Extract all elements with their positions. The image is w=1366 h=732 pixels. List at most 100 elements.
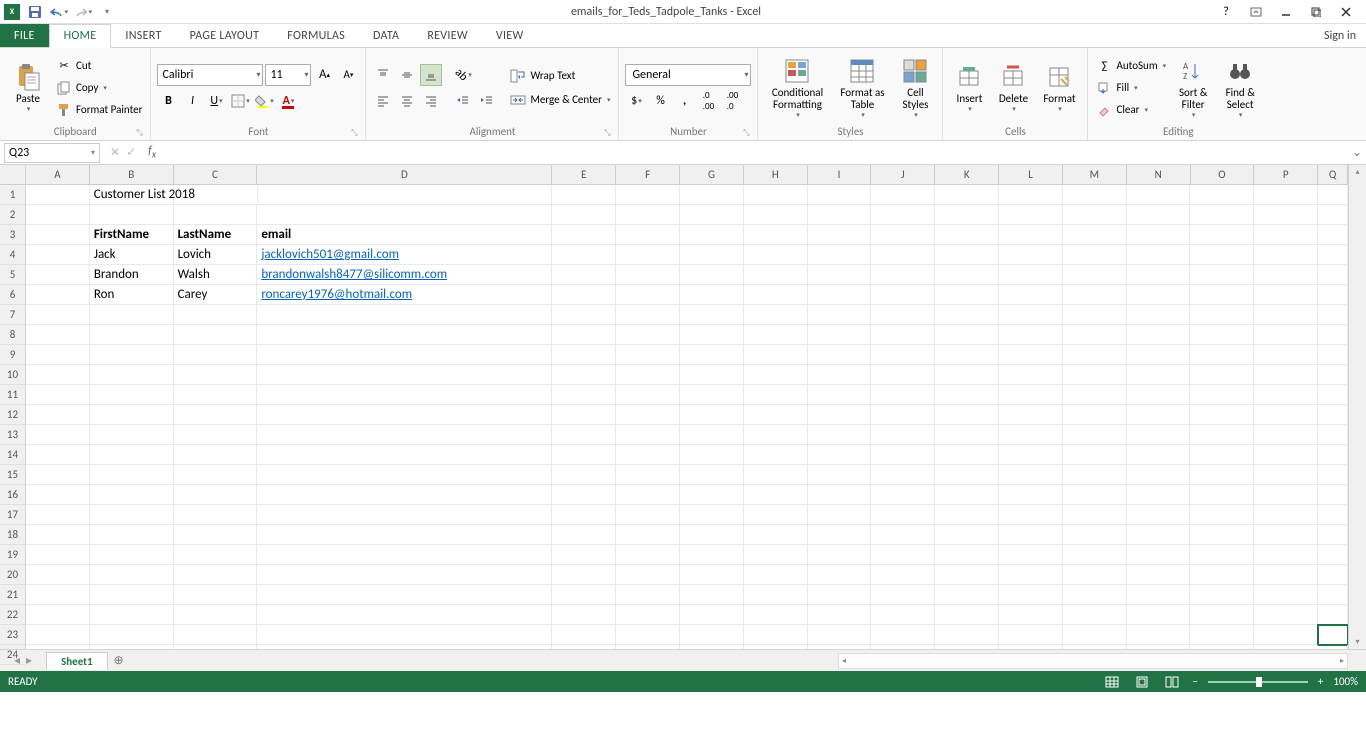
- cell-D1[interactable]: [258, 185, 553, 205]
- cell-H8[interactable]: [744, 325, 808, 345]
- cell-L9[interactable]: [999, 345, 1063, 365]
- cell-N7[interactable]: [1127, 305, 1191, 325]
- decrease-indent-button[interactable]: [452, 90, 474, 112]
- cell-C1[interactable]: [174, 185, 258, 205]
- cut-button[interactable]: ✂Cut: [54, 56, 144, 76]
- cell-L15[interactable]: [999, 465, 1063, 485]
- cell-M8[interactable]: [1063, 325, 1127, 345]
- row-header-6[interactable]: 6: [0, 285, 25, 305]
- row-header-12[interactable]: 12: [0, 405, 25, 425]
- tab-view[interactable]: VIEW: [482, 24, 538, 47]
- cell-A22[interactable]: [26, 605, 90, 625]
- column-header-B[interactable]: B: [90, 165, 174, 184]
- cell-Q17[interactable]: [1318, 505, 1348, 525]
- cell-E11[interactable]: [552, 385, 616, 405]
- cell-F21[interactable]: [616, 585, 680, 605]
- cell-C6[interactable]: Carey: [174, 285, 258, 305]
- cell-B14[interactable]: [90, 445, 174, 465]
- cell-B1[interactable]: Customer List 2018: [90, 185, 174, 205]
- cell-I24[interactable]: [808, 645, 872, 649]
- cell-F12[interactable]: [616, 405, 680, 425]
- cell-Q12[interactable]: [1318, 405, 1348, 425]
- cell-I6[interactable]: [808, 285, 872, 305]
- cell-Q23[interactable]: [1318, 625, 1348, 645]
- cell-K1[interactable]: [935, 185, 999, 205]
- cell-N10[interactable]: [1127, 365, 1191, 385]
- cell-K10[interactable]: [935, 365, 999, 385]
- cell-N20[interactable]: [1127, 565, 1191, 585]
- cell-B16[interactable]: [90, 485, 174, 505]
- cell-A10[interactable]: [26, 365, 90, 385]
- column-header-N[interactable]: N: [1127, 165, 1191, 184]
- cell-A4[interactable]: [26, 245, 90, 265]
- cell-A19[interactable]: [26, 545, 90, 565]
- cell-N15[interactable]: [1127, 465, 1191, 485]
- cell-D5[interactable]: brandonwalsh8477@silicomm.com: [257, 265, 552, 285]
- cell-C21[interactable]: [174, 585, 258, 605]
- cell-N23[interactable]: [1127, 625, 1191, 645]
- cell-N14[interactable]: [1127, 445, 1191, 465]
- cell-P11[interactable]: [1254, 385, 1318, 405]
- cell-I10[interactable]: [808, 365, 872, 385]
- cell-L21[interactable]: [999, 585, 1063, 605]
- cell-F9[interactable]: [616, 345, 680, 365]
- cell-Q10[interactable]: [1318, 365, 1348, 385]
- cell-B7[interactable]: [90, 305, 174, 325]
- cell-I1[interactable]: [808, 185, 872, 205]
- cell-G24[interactable]: [680, 645, 744, 649]
- cell-A15[interactable]: [26, 465, 90, 485]
- cell-O23[interactable]: [1190, 625, 1254, 645]
- cell-B8[interactable]: [90, 325, 174, 345]
- cell-G7[interactable]: [680, 305, 744, 325]
- fx-icon[interactable]: fx: [142, 144, 162, 160]
- cell-C23[interactable]: [174, 625, 258, 645]
- cell-P1[interactable]: [1254, 185, 1318, 205]
- cell-D6[interactable]: roncarey1976@hotmail.com: [257, 285, 552, 305]
- cell-A8[interactable]: [26, 325, 90, 345]
- cell-M14[interactable]: [1063, 445, 1127, 465]
- sheet-tab-sheet1[interactable]: Sheet1: [46, 652, 108, 670]
- orientation-button[interactable]: ab▾: [452, 64, 474, 86]
- cell-E21[interactable]: [552, 585, 616, 605]
- row-header-14[interactable]: 14: [0, 445, 25, 465]
- cell-F1[interactable]: [616, 185, 680, 205]
- column-header-O[interactable]: O: [1191, 165, 1255, 184]
- cell-J4[interactable]: [871, 245, 935, 265]
- email-link[interactable]: brandonwalsh8477@silicomm.com: [261, 267, 447, 282]
- accounting-format-button[interactable]: $▾: [625, 90, 647, 112]
- cell-I20[interactable]: [808, 565, 872, 585]
- cell-A6[interactable]: [26, 285, 90, 305]
- cell-J5[interactable]: [871, 265, 935, 285]
- increase-indent-button[interactable]: [476, 90, 498, 112]
- align-bottom-button[interactable]: [420, 64, 442, 86]
- row-header-7[interactable]: 7: [0, 305, 25, 325]
- cell-A11[interactable]: [26, 385, 90, 405]
- cell-F3[interactable]: [616, 225, 680, 245]
- cell-I15[interactable]: [808, 465, 872, 485]
- paste-button[interactable]: Paste▾: [6, 55, 50, 121]
- cell-M20[interactable]: [1063, 565, 1127, 585]
- cell-L24[interactable]: [999, 645, 1063, 649]
- cell-E22[interactable]: [552, 605, 616, 625]
- tab-page-layout[interactable]: PAGE LAYOUT: [176, 24, 274, 47]
- cell-B4[interactable]: Jack: [90, 245, 174, 265]
- cell-C9[interactable]: [174, 345, 258, 365]
- insert-cells-button[interactable]: Insert▾: [949, 55, 989, 121]
- row-header-4[interactable]: 4: [0, 245, 25, 265]
- cell-G9[interactable]: [680, 345, 744, 365]
- cell-F7[interactable]: [616, 305, 680, 325]
- cell-B13[interactable]: [90, 425, 174, 445]
- cell-L20[interactable]: [999, 565, 1063, 585]
- cell-B9[interactable]: [90, 345, 174, 365]
- cell-M15[interactable]: [1063, 465, 1127, 485]
- zoom-in-button[interactable]: +: [1318, 675, 1323, 688]
- cell-C18[interactable]: [174, 525, 258, 545]
- cell-O20[interactable]: [1190, 565, 1254, 585]
- font-size-select[interactable]: 11▾: [265, 64, 311, 86]
- cell-Q14[interactable]: [1318, 445, 1348, 465]
- cell-O21[interactable]: [1190, 585, 1254, 605]
- cell-N22[interactable]: [1127, 605, 1191, 625]
- cell-K18[interactable]: [935, 525, 999, 545]
- cell-E4[interactable]: [552, 245, 616, 265]
- percent-format-button[interactable]: %: [649, 90, 671, 112]
